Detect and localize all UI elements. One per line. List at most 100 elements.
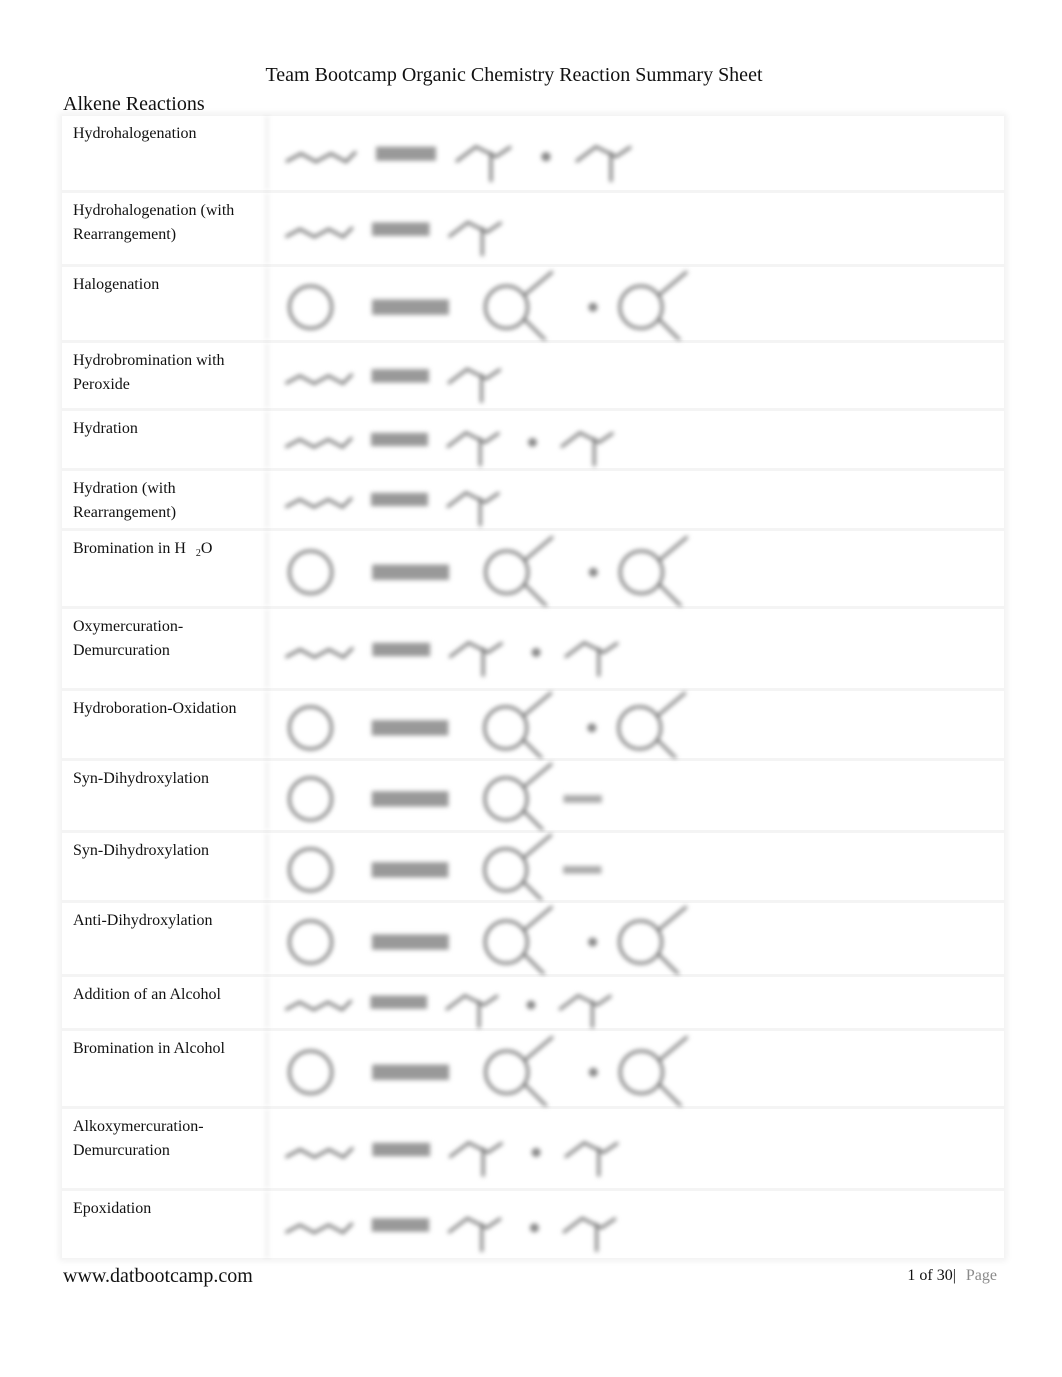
reactant-ring bbox=[288, 1049, 334, 1095]
product-chain-2 bbox=[564, 641, 619, 677]
reactant-ring bbox=[287, 847, 333, 893]
product-chain bbox=[446, 431, 501, 467]
reaction-table: Hydrohalogenation Hydrohalogenation (with… bbox=[62, 116, 1004, 1258]
column-divider bbox=[265, 903, 269, 974]
product-chain-2 bbox=[564, 1141, 619, 1177]
product-chain bbox=[448, 641, 504, 677]
column-divider bbox=[265, 1109, 269, 1188]
reaction-row: Hydration bbox=[62, 408, 1004, 468]
reaction-scheme-image bbox=[276, 411, 776, 468]
reaction-row: Epoxidation bbox=[62, 1188, 1004, 1258]
product-chain-2 bbox=[575, 144, 632, 182]
reagent-arrow bbox=[372, 1064, 450, 1080]
reaction-row: Hydrohalogenation bbox=[62, 116, 1004, 190]
column-divider bbox=[265, 471, 269, 528]
reaction-name: Bromination in Alcohol bbox=[73, 1040, 225, 1057]
column-divider bbox=[265, 267, 269, 340]
reaction-scheme-image bbox=[276, 1191, 776, 1258]
reactant-chain bbox=[284, 372, 354, 386]
reaction-scheme-image bbox=[276, 833, 776, 907]
reagent-arrow bbox=[371, 1218, 430, 1232]
reactant-chain bbox=[284, 496, 354, 509]
product-ring bbox=[483, 284, 530, 330]
reaction-row: Syn-Dihydroxylation bbox=[62, 830, 1004, 907]
section-title: Alkene Reactions bbox=[63, 93, 205, 115]
reaction-row: Hydrohalogenation (with Rearrangement) bbox=[62, 190, 1004, 264]
page-label: Page bbox=[965, 1267, 997, 1284]
reaction-name: Addition of an Alcohol bbox=[73, 986, 221, 1003]
reaction-row: Halogenation bbox=[62, 264, 1004, 344]
reaction-scheme-image bbox=[276, 343, 776, 408]
product-chain-2 bbox=[562, 1216, 617, 1252]
product-ring-2 bbox=[618, 284, 664, 330]
document-title: Team Bootcamp Organic Chemistry Reaction… bbox=[265, 64, 763, 86]
reaction-name: Syn-Dihydroxylation bbox=[73, 842, 209, 859]
product-ring bbox=[483, 919, 529, 965]
column-divider bbox=[265, 116, 269, 190]
reagent-arrow bbox=[370, 995, 428, 1009]
reagent-arrow bbox=[371, 934, 449, 950]
reactant-chain bbox=[284, 226, 354, 239]
reaction-scheme-image bbox=[276, 116, 776, 190]
reactant-ring bbox=[288, 549, 334, 595]
column-divider bbox=[265, 1191, 269, 1258]
product-chain bbox=[447, 367, 502, 403]
reaction-scheme-image bbox=[276, 903, 776, 979]
column-divider bbox=[265, 411, 269, 468]
reaction-name: Hydrobromination with Peroxide bbox=[73, 352, 225, 393]
reaction-name: Oxymercuration-Demurcuration bbox=[73, 618, 184, 659]
product-ring-2 bbox=[618, 919, 664, 965]
column-divider bbox=[265, 531, 269, 606]
page-indicator: 1 of 30| Page bbox=[907, 1267, 997, 1285]
column-divider bbox=[265, 609, 269, 688]
reagent-arrow bbox=[372, 564, 450, 580]
reagent-arrow bbox=[371, 222, 430, 236]
reaction-scheme-image bbox=[276, 1109, 776, 1188]
product-ring bbox=[484, 549, 530, 595]
reaction-scheme-image bbox=[276, 531, 776, 609]
reaction-row: Bromination in Alcohol bbox=[62, 1028, 1004, 1109]
reactant-chain bbox=[284, 436, 354, 449]
page-number: 1 of 30| bbox=[907, 1267, 956, 1284]
reactant-chain bbox=[284, 1146, 355, 1160]
reaction-name: Alkoxymercuration-Demurcuration bbox=[73, 1118, 204, 1159]
reaction-name: Epoxidation bbox=[73, 1200, 152, 1217]
reaction-scheme-image bbox=[276, 267, 776, 344]
reactant-chain bbox=[285, 150, 358, 164]
reagent-arrow bbox=[371, 492, 428, 507]
product-chain bbox=[455, 144, 512, 182]
reaction-name: Hydroboration-Oxidation bbox=[73, 700, 237, 717]
reaction-scheme-image bbox=[276, 761, 776, 836]
reaction-row: Alkoxymercuration-Demurcuration bbox=[62, 1106, 1004, 1188]
product-chain bbox=[447, 1216, 502, 1252]
reaction-row: Hydration (with Rearrangement) bbox=[62, 468, 1004, 528]
reagent-arrow bbox=[371, 791, 449, 807]
product-chain bbox=[445, 993, 499, 1029]
product-ring bbox=[484, 1049, 530, 1095]
product-ring bbox=[483, 847, 529, 893]
reaction-name: Bromination in H 2O bbox=[73, 540, 213, 559]
reaction-name: Halogenation bbox=[73, 276, 160, 293]
reaction-name: Hydration bbox=[73, 420, 138, 437]
reaction-scheme-image bbox=[276, 1031, 776, 1109]
reaction-row: Oxymercuration-Demurcuration bbox=[62, 606, 1004, 688]
reagent-arrow bbox=[371, 862, 449, 878]
column-divider bbox=[265, 691, 269, 758]
footer-website-link[interactable]: www.datbootcamp.com bbox=[63, 1265, 253, 1288]
product-ring bbox=[483, 705, 529, 751]
reactant-ring bbox=[287, 705, 333, 751]
product-chain bbox=[448, 1141, 504, 1177]
reaction-row: Hydroboration-Oxidation bbox=[62, 688, 1004, 765]
reaction-scheme-image bbox=[276, 193, 776, 264]
reaction-name: Hydration (with Rearrangement) bbox=[73, 480, 177, 521]
reactant-chain bbox=[284, 1222, 354, 1235]
reaction-name: Hydrohalogenation (with Rearrangement) bbox=[73, 202, 235, 243]
column-divider bbox=[265, 977, 269, 1028]
reagent-arrow bbox=[372, 299, 449, 315]
reaction-row: Anti-Dihydroxylation bbox=[62, 900, 1004, 979]
column-divider bbox=[265, 833, 269, 900]
product-chain bbox=[447, 220, 503, 257]
reactant-chain bbox=[284, 999, 353, 1012]
reactant-ring bbox=[288, 284, 334, 330]
product-chain-2 bbox=[560, 431, 615, 467]
